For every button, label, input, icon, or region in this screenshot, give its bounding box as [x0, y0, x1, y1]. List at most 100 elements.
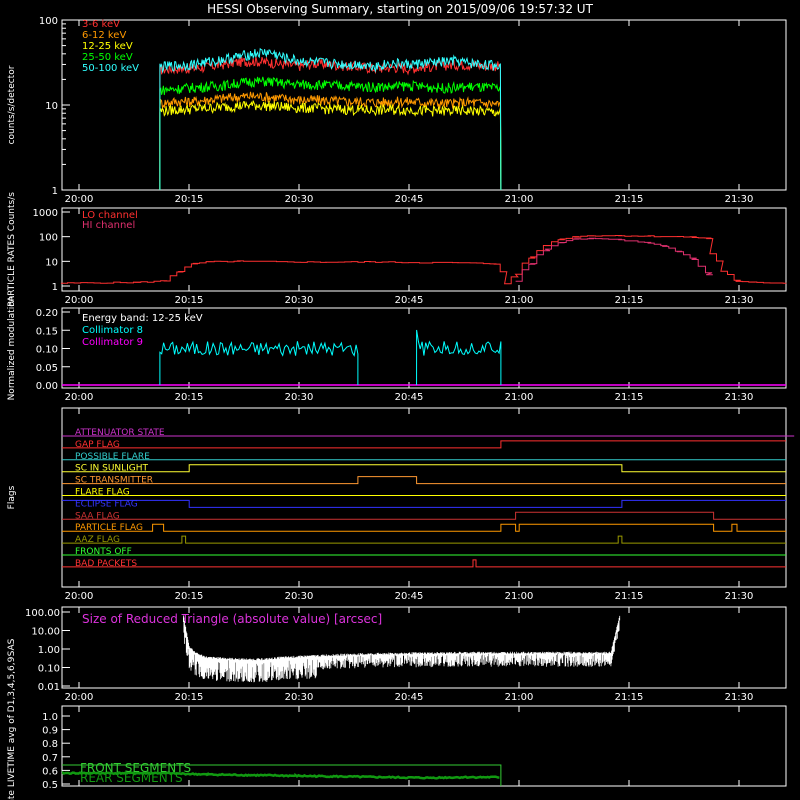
series-line-3-6-keV	[159, 56, 502, 191]
y-tick-label: 0.01	[38, 682, 60, 693]
x-tick-label: 21:15	[615, 295, 644, 306]
y-tick-label: 0.00	[36, 381, 58, 392]
legend-entry-2: 12-25 keV	[82, 41, 133, 52]
flag-line-GAP-FLAG	[62, 440, 786, 449]
x-tick-label: 21:15	[615, 692, 644, 703]
y-tick-label: 100	[39, 233, 58, 244]
panel-frame-3	[61, 407, 787, 588]
y-tick-label: 10	[45, 257, 58, 268]
x-tick-label: 20:30	[285, 692, 314, 703]
series-line-HI-channel	[515, 237, 713, 282]
legend-entry-1: HI channel	[82, 220, 135, 231]
x-tick-label: 21:00	[505, 194, 534, 205]
x-tick-label: 21:30	[725, 194, 754, 205]
y-tick-label: 0.20	[36, 308, 58, 319]
y-tick-label: 0.10	[38, 664, 60, 675]
x-tick-label: 20:45	[395, 692, 424, 703]
x-tick-label: 21:00	[505, 392, 534, 403]
series-line-12-25-keV	[159, 100, 502, 191]
sas-annotation: Size of Reduced Triangle (absolute value…	[82, 612, 382, 626]
series-line-50-100-keV	[159, 47, 502, 191]
x-tick-label: 20:00	[65, 692, 94, 703]
flag-label-2: POSSIBLE FLARE	[75, 452, 150, 462]
x-tick-label: 20:30	[285, 392, 314, 403]
x-tick-label: 21:30	[725, 692, 754, 703]
flag-line-AAZ-FLAG	[62, 535, 786, 544]
x-tick-label: 20:45	[395, 591, 424, 602]
series-line-LO-channel	[60, 235, 787, 285]
flag-label-10: FRONTS OFF	[75, 547, 132, 557]
x-tick-label: 21:30	[725, 295, 754, 306]
y-tick-label: 0.15	[36, 326, 58, 337]
x-tick-label: 20:30	[285, 194, 314, 205]
figure-title: HESSI Observing Summary, starting on 201…	[207, 2, 593, 16]
y-tick-label: 10	[45, 101, 58, 112]
x-tick-label: 20:45	[395, 392, 424, 403]
panels: 20:00 20:15 20:30 20:45 21:00 21:15 21:3011010…	[7, 16, 795, 800]
flag-label-0: ATTENUATOR STATE	[75, 428, 165, 438]
legend-entry-1: REAR SEGMENTS	[80, 771, 183, 785]
y-tick-label: 1	[52, 186, 58, 197]
flag-line-SC-IN-SUNLIGHT	[62, 464, 786, 473]
flag-label-3: SC IN SUNLIGHT	[75, 464, 149, 474]
y-tick-label: 100.00	[25, 608, 60, 619]
y-tick-label: 1.0	[42, 712, 58, 723]
flag-line-BAD-PACKETS	[62, 559, 786, 568]
flag-line-PARTICLE-FLAG	[62, 523, 786, 532]
y-tick-label: 1.00	[38, 645, 60, 656]
y-tick-label: 0.10	[36, 345, 58, 356]
y-tick-label: 10.00	[31, 627, 60, 638]
x-tick-label: 20:00	[65, 392, 94, 403]
y-tick-label: 0.5	[42, 780, 58, 791]
flag-line-SAA-FLAG	[62, 511, 786, 520]
flag-label-4: SC TRANSMITTER	[75, 476, 153, 486]
legend-entry-3: 25-50 keV	[82, 52, 133, 63]
x-tick-label: 21:30	[725, 392, 754, 403]
flag-label-7: SAA FLAG	[75, 511, 120, 521]
x-tick-label: 21:15	[615, 194, 644, 205]
legend-entry-0: Collimator 8	[82, 325, 143, 336]
x-tick-label: 20:00	[65, 194, 94, 205]
x-tick-label: 21:15	[615, 392, 644, 403]
legend-entry-0: 3-6 keV	[82, 19, 120, 30]
collimator-8-segment-1	[416, 329, 502, 386]
x-tick-label: 21:30	[725, 591, 754, 602]
x-tick-label: 21:15	[615, 591, 644, 602]
y-tick-label: 0.05	[36, 363, 58, 374]
y-axis-label-1: PARTICLE RATES Counts/s	[7, 192, 17, 307]
y-tick-label: 0.6	[42, 766, 58, 777]
x-tick-label: 20:45	[395, 194, 424, 205]
x-tick-label: 20:00	[65, 295, 94, 306]
flag-label-9: AAZ FLAG	[75, 535, 120, 545]
x-tick-label: 21:00	[505, 591, 534, 602]
y-tick-label: 0.7	[42, 753, 58, 764]
legend-entry-4: 50-100 keV	[82, 63, 139, 74]
x-tick-label: 20:45	[395, 295, 424, 306]
x-tick-label: 20:15	[175, 692, 204, 703]
x-tick-label: 20:15	[175, 295, 204, 306]
flag-label-6: ECLIPSE FLAG	[75, 499, 138, 509]
x-tick-label: 21:00	[505, 295, 534, 306]
flag-line-SC-TRANSMITTER	[62, 476, 786, 485]
hessi-summary-figure: HESSI Observing Summary, starting on 201…	[7, 2, 795, 800]
x-tick-label: 20:30	[285, 295, 314, 306]
series-line-25-50-keV	[159, 76, 502, 191]
legend-entry-1: 6-12 keV	[82, 30, 126, 41]
flag-label-1: GAP FLAG	[75, 440, 120, 450]
energy-band-label: Energy band: 12-25 keV	[82, 313, 203, 324]
flag-label-11: BAD PACKETS	[75, 559, 137, 569]
y-axis-label-4: SAS	[7, 638, 17, 656]
x-tick-label: 20:00	[65, 591, 94, 602]
y-tick-label: 0.8	[42, 739, 58, 750]
x-tick-label: 20:30	[285, 591, 314, 602]
collimator-8-segment-0	[159, 340, 359, 386]
y-tick-label: 1	[52, 282, 58, 293]
x-tick-label: 20:15	[175, 392, 204, 403]
flag-line-ECLIPSE-FLAG	[62, 499, 786, 508]
x-tick-label: 20:15	[175, 194, 204, 205]
x-tick-label: 21:00	[505, 692, 534, 703]
y-tick-label: 100	[39, 16, 58, 27]
y-axis-label-0: counts/s/detector	[7, 65, 17, 144]
y-axis-label-2: Normalized modulation	[7, 296, 17, 401]
y-tick-label: 1000	[33, 208, 58, 219]
